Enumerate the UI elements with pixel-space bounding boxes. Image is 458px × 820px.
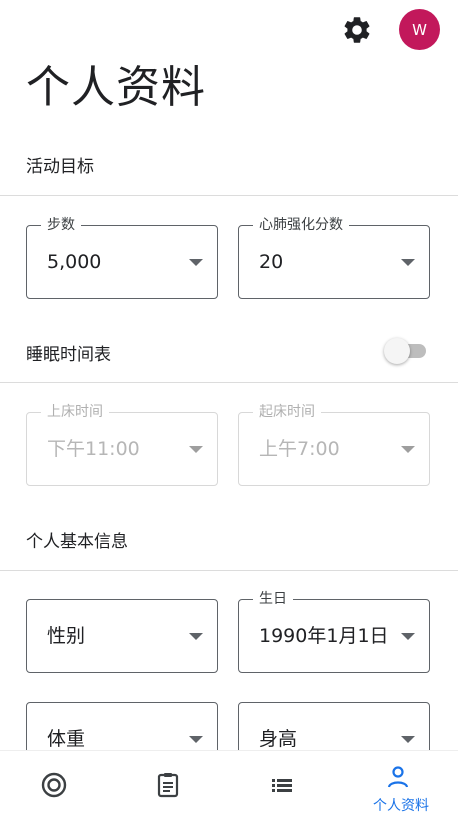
- dropdown-arrow-icon: [189, 259, 203, 266]
- dropdown-arrow-icon: [401, 446, 415, 453]
- bedtime-value: 下午11:00: [47, 438, 140, 460]
- divider: [0, 382, 458, 383]
- cardio-points-select[interactable]: 心肺强化分数 20: [238, 216, 430, 299]
- account-avatar[interactable]: W: [399, 9, 440, 50]
- height-value: 身高: [259, 728, 298, 750]
- nav-item-browse[interactable]: [228, 751, 342, 820]
- gender-select[interactable]: 性别: [26, 599, 218, 673]
- dropdown-arrow-icon: [189, 446, 203, 453]
- wake-time-select[interactable]: 起床时间 上午7:00: [238, 403, 430, 486]
- divider: [0, 570, 458, 571]
- dropdown-arrow-icon: [189, 633, 203, 640]
- page-title: 个人资料: [26, 62, 206, 113]
- steps-goal-select[interactable]: 步数 5,000: [26, 216, 218, 299]
- toggle-thumb: [384, 338, 410, 364]
- steps-goal-label: 步数: [41, 216, 81, 234]
- divider: [0, 195, 458, 196]
- section-title-activity-goals: 活动目标: [26, 157, 94, 177]
- clipboard-icon: [157, 773, 179, 798]
- cardio-points-value: 20: [259, 251, 284, 273]
- gender-value: 性别: [47, 625, 86, 647]
- nav-item-journal[interactable]: [114, 751, 228, 820]
- wake-time-value: 上午7:00: [259, 438, 340, 460]
- cardio-points-label: 心肺强化分数: [253, 216, 349, 234]
- dropdown-arrow-icon: [189, 736, 203, 743]
- section-title-sleep-schedule: 睡眠时间表: [26, 345, 111, 365]
- wake-time-label: 起床时间: [253, 403, 321, 421]
- nav-label-profile: 个人资料: [373, 798, 429, 814]
- nav-item-home[interactable]: [0, 751, 114, 820]
- birthday-select[interactable]: 生日 1990年1月1日: [238, 590, 430, 673]
- bedtime-label: 上床时间: [41, 403, 109, 421]
- birthday-value: 1990年1月1日: [259, 625, 389, 647]
- nav-item-profile[interactable]: 个人资料: [344, 751, 458, 820]
- dropdown-arrow-icon: [401, 736, 415, 743]
- sleep-schedule-toggle[interactable]: [384, 338, 428, 364]
- profile-icon: [387, 766, 409, 788]
- section-title-basic-info: 个人基本信息: [26, 532, 128, 552]
- bedtime-select[interactable]: 上床时间 下午11:00: [26, 403, 218, 486]
- birthday-label: 生日: [253, 590, 293, 608]
- settings-gear-icon[interactable]: [341, 14, 373, 46]
- steps-goal-value: 5,000: [47, 251, 102, 273]
- top-app-bar: W: [0, 0, 458, 60]
- bottom-navigation: 个人资料: [0, 750, 458, 820]
- dropdown-arrow-icon: [401, 259, 415, 266]
- dropdown-arrow-icon: [401, 633, 415, 640]
- list-icon: [272, 779, 292, 792]
- activity-ring-icon: [41, 772, 67, 798]
- weight-value: 体重: [47, 728, 86, 750]
